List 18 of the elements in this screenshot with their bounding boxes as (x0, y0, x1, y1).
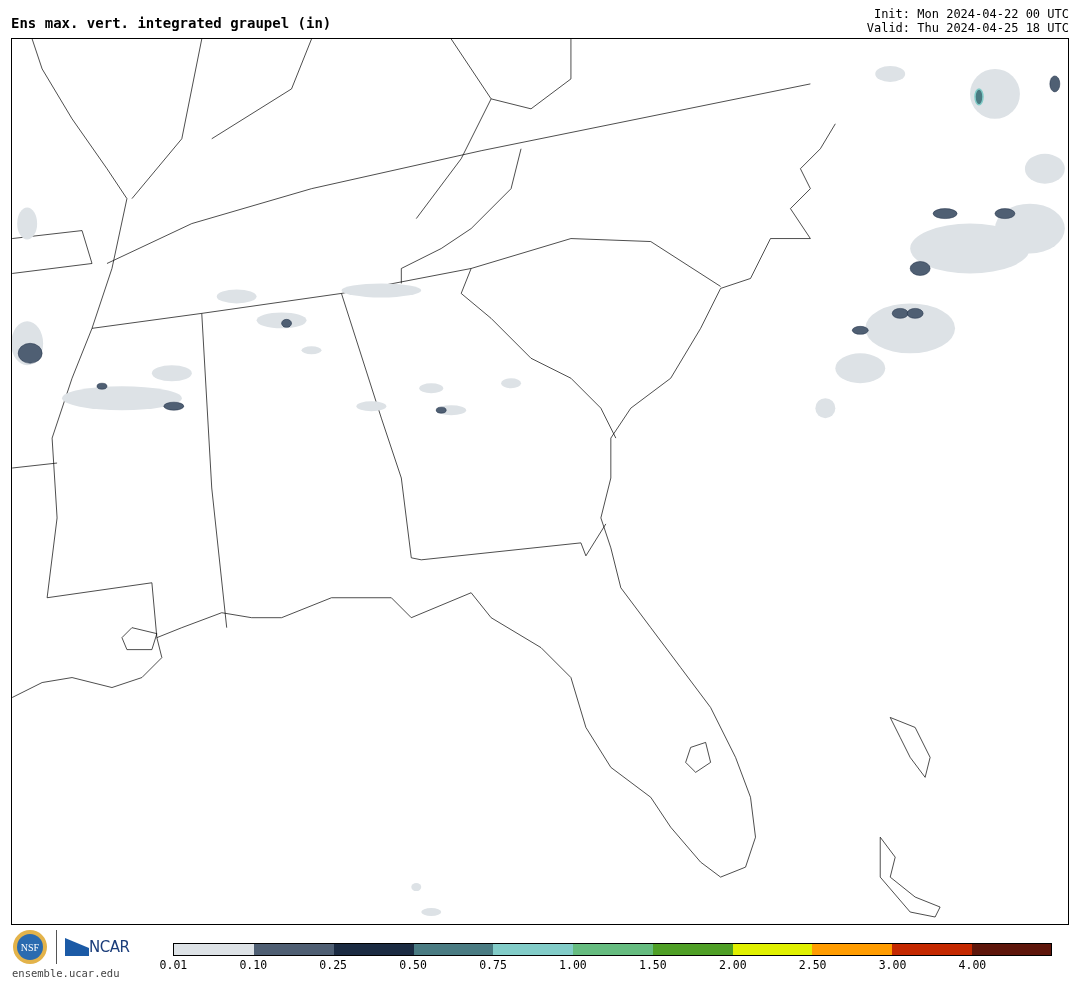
colorbar-label: 0.10 (239, 958, 268, 972)
site-url: ensemble.ucar.edu (12, 967, 121, 979)
colorbar-label: 4.00 (958, 958, 987, 972)
colorbar-label: 2.50 (798, 958, 827, 972)
colorbar-label: 1.50 (639, 958, 667, 972)
ncar-logo-text: NCAR (89, 936, 130, 958)
ncar-logo-icon (65, 938, 89, 956)
init-time: Init: Mon 2024-04-22 00 UTC (872, 7, 1069, 21)
colorbar-label: 0.75 (479, 958, 507, 972)
colorbar-label: 0.01 (159, 958, 188, 972)
colorbar-label: 3.00 (878, 958, 907, 972)
colorbar-label: 2.00 (718, 958, 747, 972)
nsf-logo: NSF (12, 929, 48, 965)
colorbar-label: 1.00 (559, 958, 587, 972)
colorbar-label: 0.50 (399, 958, 427, 972)
colorbar-label: 0.25 (319, 958, 348, 972)
valid-time: Valid: Thu 2024-04-25 18 UTC (866, 21, 1069, 35)
map-title: Ens max. vert. integrated graupel (in) (11, 14, 332, 32)
